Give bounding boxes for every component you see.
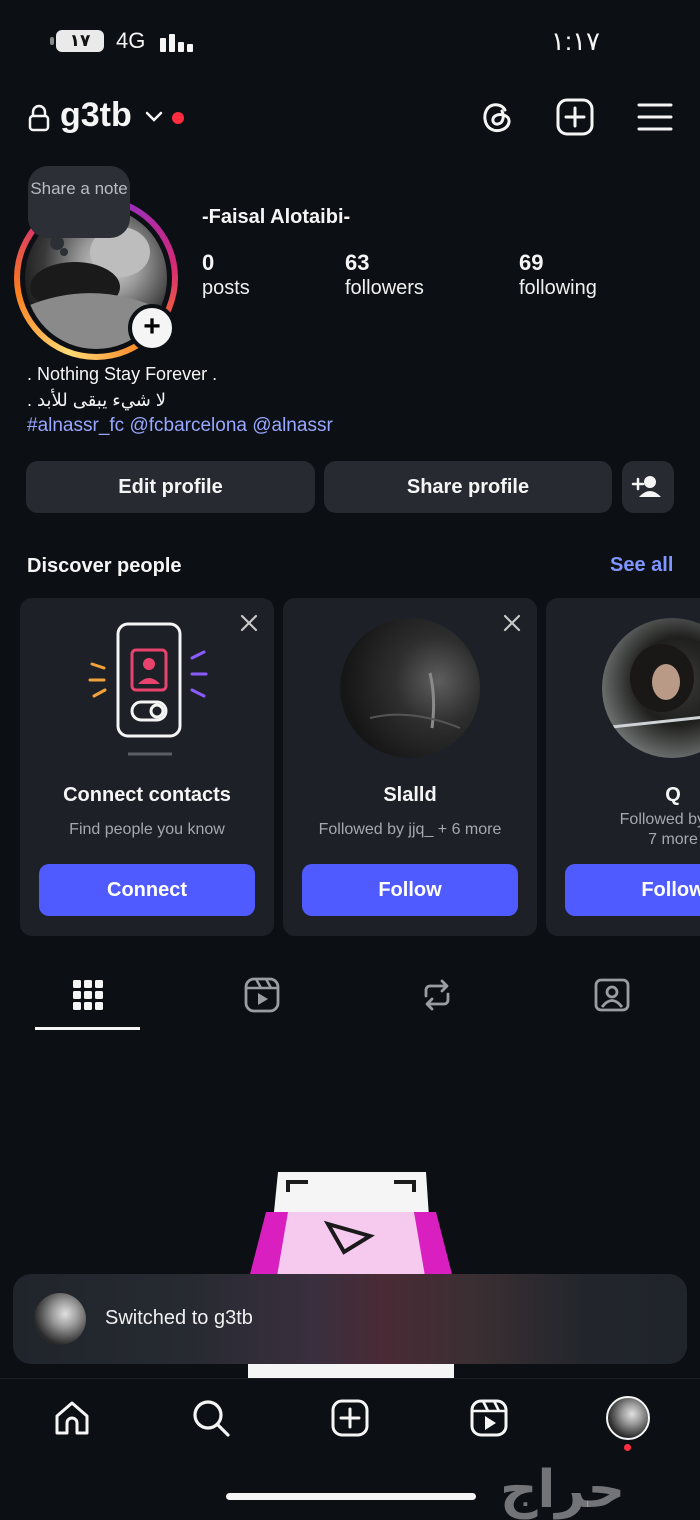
- create-post-icon[interactable]: [330, 1398, 370, 1438]
- card-subtitle: Find people you know: [69, 821, 225, 838]
- bio-tags[interactable]: #alnassr_fc @fcbarcelona @alnassr: [27, 415, 333, 437]
- note-bubble-tail-small: [60, 248, 68, 256]
- card-title: Connect contacts: [63, 784, 231, 806]
- connect-button[interactable]: Connect: [39, 864, 255, 916]
- signal-icon: [160, 28, 198, 52]
- card-title[interactable]: Q: [546, 784, 700, 807]
- close-icon[interactable]: [240, 614, 258, 632]
- posts-label[interactable]: posts: [202, 277, 250, 300]
- suggestion-card-q: Q Followed by s0 7 more Follow: [546, 598, 700, 936]
- see-all-link[interactable]: See all: [610, 554, 673, 577]
- network-type: 4G: [116, 28, 146, 53]
- suggestion-card-slalld: Slalld Followed by jjq_ + 6 more Follow: [283, 598, 537, 936]
- reels-nav-icon[interactable]: [469, 1398, 509, 1438]
- create-icon[interactable]: [556, 98, 594, 136]
- following-label[interactable]: following: [519, 277, 597, 300]
- card-subtitle: Followed by jjq_ + 6 more: [318, 821, 502, 838]
- chevron-down-icon[interactable]: [144, 106, 164, 126]
- status-time: ١:١٧: [550, 26, 600, 56]
- tagged-icon[interactable]: [593, 976, 631, 1014]
- card-subtitle: Followed by s0 7 more: [619, 811, 700, 848]
- follow-button[interactable]: Follow: [302, 864, 518, 916]
- threads-icon[interactable]: [478, 98, 516, 136]
- bio-line-2: . لا شيء يبقى للأبد: [27, 390, 167, 410]
- battery-indicator: ١٧: [50, 30, 104, 52]
- menu-icon[interactable]: [636, 98, 674, 136]
- active-tab-indicator: [35, 1027, 140, 1030]
- add-story-button[interactable]: +: [128, 304, 176, 352]
- notification-dot: [172, 112, 184, 124]
- posts-count[interactable]: 0: [202, 250, 214, 276]
- follow-button[interactable]: Follow: [565, 864, 700, 916]
- followers-label[interactable]: followers: [345, 277, 424, 300]
- home-icon[interactable]: [52, 1398, 92, 1438]
- share-note-bubble[interactable]: Share a note: [28, 166, 130, 238]
- account-username[interactable]: g3tb: [60, 96, 132, 135]
- toast-avatar: [34, 1293, 86, 1345]
- reposts-icon[interactable]: [418, 976, 456, 1014]
- profile-nav-avatar[interactable]: [606, 1396, 650, 1440]
- suggestion-card-contacts: Connect contacts Find people you know Co…: [20, 598, 274, 936]
- followers-count[interactable]: 63: [345, 250, 369, 276]
- share-profile-button[interactable]: Share profile: [324, 461, 612, 513]
- card-title[interactable]: Slalld: [283, 784, 537, 807]
- profile-notification-dot: [624, 1444, 631, 1451]
- suggested-user-avatar[interactable]: [340, 618, 480, 758]
- close-icon[interactable]: [503, 614, 521, 632]
- edit-profile-button[interactable]: Edit profile: [26, 461, 315, 513]
- add-person-icon: [631, 476, 661, 497]
- lock-icon: [28, 104, 50, 132]
- toast-message: Switched to g3tb: [105, 1307, 253, 1329]
- reels-icon[interactable]: [243, 976, 281, 1014]
- search-icon[interactable]: [191, 1398, 231, 1438]
- account-switched-toast[interactable]: Switched to g3tb: [13, 1274, 687, 1364]
- watermark-logo: حراج: [500, 1460, 626, 1520]
- phone-contacts-icon: [88, 622, 208, 756]
- home-indicator[interactable]: [226, 1493, 476, 1500]
- full-name: -Faisal Alotaibi-: [202, 206, 351, 228]
- grid-icon[interactable]: [69, 976, 107, 1014]
- bio-line-1: . Nothing Stay Forever .: [27, 364, 218, 384]
- discover-people-button[interactable]: [622, 461, 674, 513]
- suggested-user-avatar[interactable]: [602, 618, 700, 758]
- discover-people-title: Discover people: [27, 555, 182, 577]
- following-count[interactable]: 69: [519, 250, 543, 276]
